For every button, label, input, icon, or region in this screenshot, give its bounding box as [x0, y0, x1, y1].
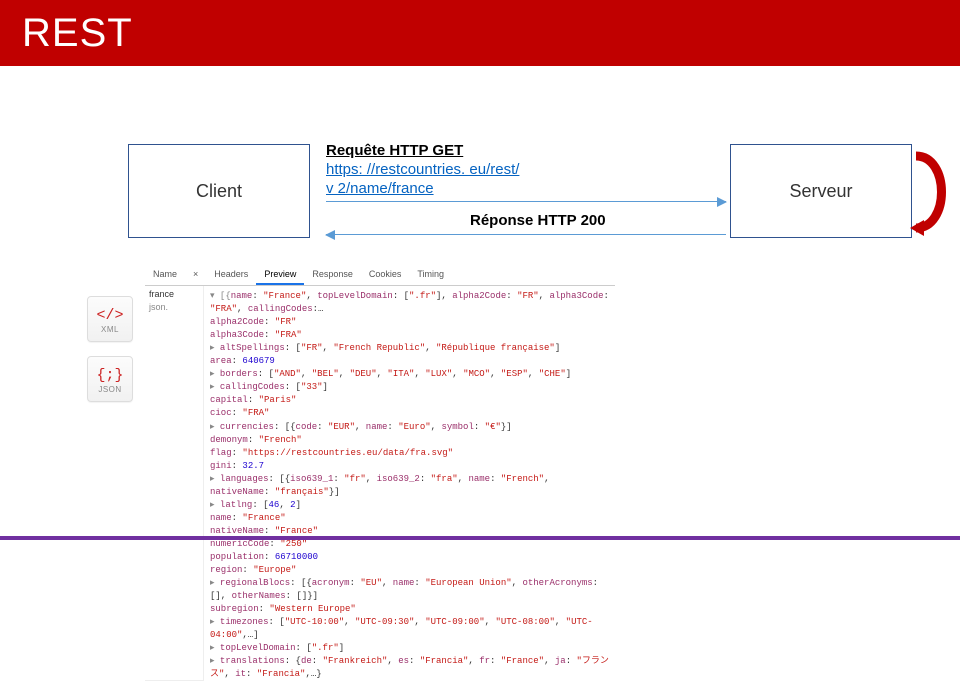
request-text: Requête HTTP GET https: //restcountries.…	[326, 142, 576, 198]
xml-file-icon: </> XML	[87, 296, 133, 342]
server-box: Serveur	[730, 144, 912, 238]
title-bar: REST	[0, 0, 960, 66]
devtools-panel: Name×HeadersPreviewResponseCookiesTiming…	[145, 266, 615, 681]
request-label: Requête HTTP GET	[326, 142, 576, 161]
json-line: area: 640679	[210, 355, 613, 368]
devtools-list-item[interactable]: france	[149, 288, 199, 301]
devtools-list-item[interactable]: json.	[149, 301, 199, 314]
server-label: Serveur	[789, 181, 852, 202]
json-line: ▸ languages: [{iso639_1: "fr", iso639_2:…	[210, 473, 613, 499]
json-file-icon: {;} JSON	[87, 356, 133, 402]
json-line: alpha3Code: "FRA"	[210, 329, 613, 342]
response-arrow	[326, 234, 726, 235]
json-line: subregion: "Western Europe"	[210, 603, 613, 616]
json-line: ▸ borders: ["AND", "BEL", "DEU", "ITA", …	[210, 368, 613, 381]
devtools-tab[interactable]: Headers	[206, 266, 256, 285]
format-icons: </> XML {;} JSON	[87, 296, 135, 416]
request-url-line2[interactable]: v 2/name/france	[326, 180, 576, 199]
request-arrow	[326, 201, 726, 202]
json-line: demonym: "French"	[210, 434, 613, 447]
devtools-request-list: francejson.	[145, 286, 204, 681]
json-line: ▸ translations: {de: "Frankreich", es: "…	[210, 655, 613, 681]
json-line: gini: 32.7	[210, 460, 613, 473]
devtools-json-preview: ▾ [{name: "France", topLevelDomain: [".f…	[204, 286, 615, 681]
devtools-tab[interactable]: ×	[185, 266, 206, 285]
response-label: Réponse HTTP 200	[470, 212, 606, 229]
diagram-stage: Client Serveur Requête HTTP GET https: /…	[0, 66, 960, 540]
json-line: flag: "https://restcountries.eu/data/fra…	[210, 447, 613, 460]
json-line: ▾ [{name: "France", topLevelDomain: [".f…	[210, 290, 613, 316]
client-box: Client	[128, 144, 310, 238]
request-url-line1[interactable]: https: //restcountries. eu/rest/	[326, 161, 576, 180]
json-line: population: 66710000	[210, 551, 613, 564]
footer-accent	[0, 536, 960, 540]
devtools-tabstrip: Name×HeadersPreviewResponseCookiesTiming	[145, 266, 615, 286]
json-line: name: "France"	[210, 512, 613, 525]
json-line: ▸ topLevelDomain: [".fr"]	[210, 642, 613, 655]
json-line: ▸ currencies: [{code: "EUR", name: "Euro…	[210, 421, 613, 434]
json-line: ▸ latlng: [46, 2]	[210, 499, 613, 512]
json-line: ▸ timezones: ["UTC-10:00", "UTC-09:30", …	[210, 616, 613, 642]
devtools-tab[interactable]: Timing	[409, 266, 452, 285]
json-line: alpha2Code: "FR"	[210, 316, 613, 329]
json-line: ▸ altSpellings: ["FR", "French Republic"…	[210, 342, 613, 355]
json-line: region: "Europe"	[210, 564, 613, 577]
devtools-tab[interactable]: Name	[145, 266, 185, 285]
slide-title: REST	[22, 11, 133, 56]
json-line: ▸ regionalBlocs: [{acronym: "EU", name: …	[210, 577, 613, 603]
client-label: Client	[196, 181, 242, 202]
devtools-tab[interactable]: Preview	[256, 266, 304, 285]
devtools-tab[interactable]: Cookies	[361, 266, 410, 285]
json-line: cioc: "FRA"	[210, 407, 613, 420]
json-line: capital: "Paris"	[210, 394, 613, 407]
server-loop-arrow	[910, 150, 954, 236]
devtools-tab[interactable]: Response	[304, 266, 361, 285]
json-line: ▸ callingCodes: ["33"]	[210, 381, 613, 394]
